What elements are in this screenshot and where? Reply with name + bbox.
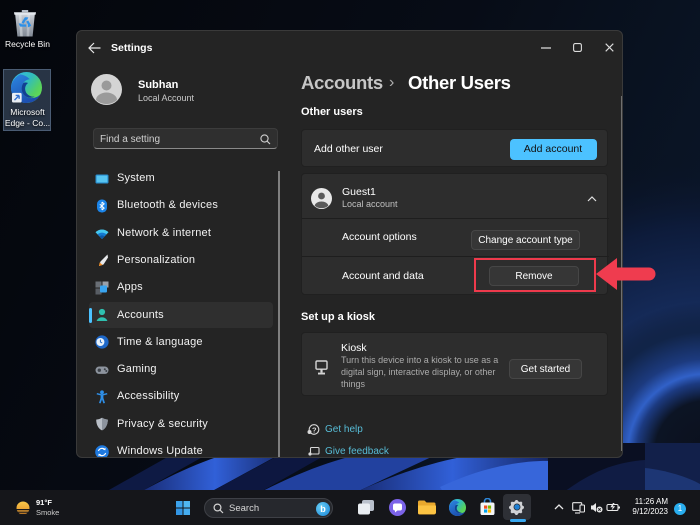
svg-text:?: ? (312, 425, 317, 434)
